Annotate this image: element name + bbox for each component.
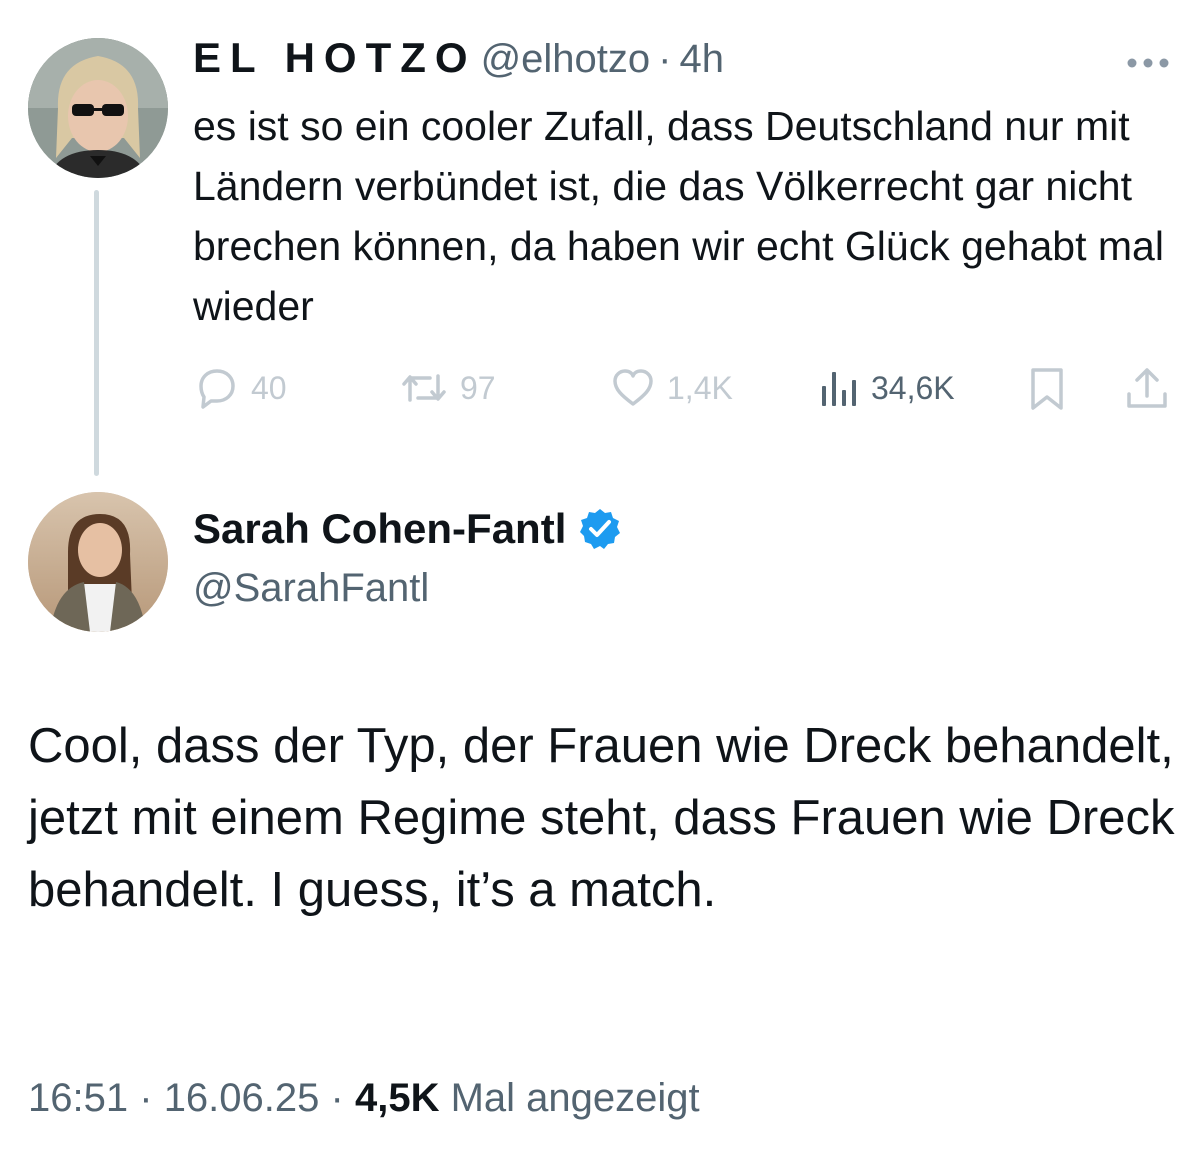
bookmark-button[interactable] <box>1025 360 1069 416</box>
retweet-count: 97 <box>460 369 496 406</box>
tweet2-text: Cool, dass der Typ, der Frauen wie Dreck… <box>28 719 1175 917</box>
bookmark-icon <box>1031 368 1063 410</box>
thread-connector-line <box>94 190 99 476</box>
tweet1-display-name[interactable]: EL HOTZO <box>193 34 477 82</box>
retweet-icon <box>402 374 446 402</box>
verified-badge-icon <box>580 509 621 549</box>
tweet1-header: EL HOTZO @elhotzo · 4h <box>193 34 724 90</box>
view-count: 34,6K <box>871 369 955 406</box>
avatar-elhotzo-image <box>28 38 168 178</box>
tweet1-timestamp[interactable]: 4h <box>679 37 724 82</box>
tweet2-view-count: 4,5K <box>354 1076 440 1120</box>
tweet2-display-name[interactable]: Sarah Cohen-Fantl <box>193 505 566 553</box>
like-count: 1,4K <box>667 369 733 406</box>
tweet1-handle[interactable]: @elhotzo <box>481 37 651 82</box>
avatar-sarahfantl[interactable] <box>28 492 168 632</box>
reply-count: 40 <box>251 369 287 406</box>
meta-separator: · <box>330 1076 344 1120</box>
tweet1-text: es ist so ein cooler Zufall, dass Deutsc… <box>193 103 1164 329</box>
avatar-sarahfantl-image <box>28 492 168 632</box>
tweet2-meta: 16:51 · 16.06.25 · 4,5K Mal angezeigt <box>28 1076 700 1121</box>
tweet2-handle[interactable]: @SarahFantl <box>193 566 429 611</box>
tweet1-action-bar: 40 97 1,4K 34,6K <box>193 360 1173 416</box>
tweet2-time[interactable]: 16:51 <box>28 1076 128 1120</box>
like-button[interactable]: 1,4K <box>609 360 733 416</box>
heart-icon <box>613 369 653 406</box>
tweet2-view-label: Mal angezeigt <box>450 1076 700 1120</box>
views-button[interactable]: 34,6K <box>817 360 955 416</box>
analytics-bar-icon <box>822 372 856 406</box>
retweet-button[interactable]: 97 <box>398 360 496 416</box>
tweet1-separator: · <box>658 37 672 81</box>
share-button[interactable] <box>1123 360 1171 416</box>
meta-separator: · <box>139 1076 153 1120</box>
tweet2-name-row: Sarah Cohen-Fantl <box>193 505 622 553</box>
more-horizontal-icon[interactable] <box>1126 40 1170 79</box>
share-upload-icon <box>1127 368 1167 408</box>
reply-button[interactable]: 40 <box>193 360 287 416</box>
reply-icon <box>199 369 235 409</box>
tweet2-date[interactable]: 16.06.25 <box>164 1076 320 1120</box>
avatar-elhotzo[interactable] <box>28 38 168 178</box>
